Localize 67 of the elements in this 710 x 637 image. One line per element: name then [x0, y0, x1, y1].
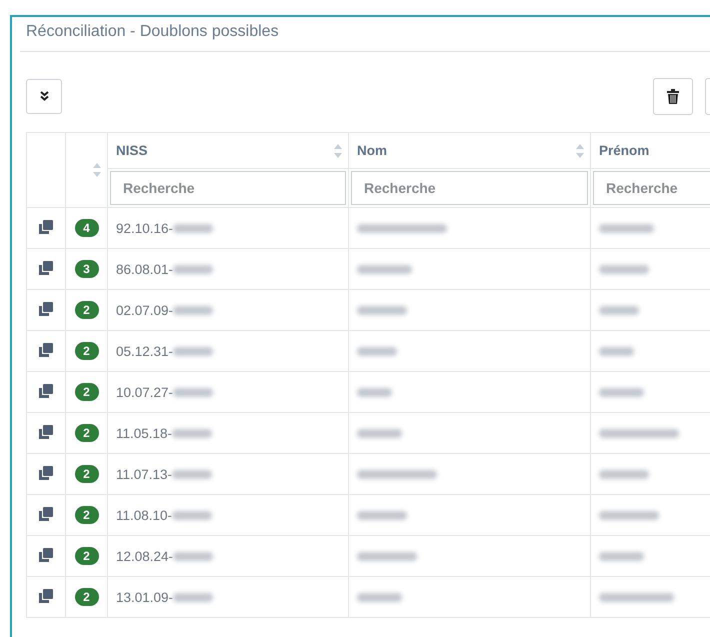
double-chevron-down-icon	[40, 91, 48, 101]
redacted-text	[599, 347, 634, 356]
count-badge: 2	[74, 588, 98, 606]
count-badge: 2	[74, 506, 98, 524]
redacted-text	[172, 470, 212, 480]
copy-icon[interactable]	[39, 424, 53, 438]
redacted-text	[599, 388, 644, 398]
copy-icon[interactable]	[39, 466, 53, 480]
column-header[interactable]: Nom	[357, 143, 387, 158]
copy-icon[interactable]	[39, 302, 53, 316]
count-badge: 2	[74, 342, 98, 360]
count-badge: 2	[74, 424, 98, 442]
copy-icon[interactable]	[39, 588, 53, 602]
niss-text: 12.08.24-	[116, 548, 174, 564]
redacted-text	[173, 388, 214, 398]
redacted-text	[599, 306, 639, 316]
search-field[interactable]: Recherche	[351, 171, 588, 205]
count-badge: 2	[74, 547, 98, 565]
niss-text: 11.07.13-	[116, 466, 172, 482]
niss-text: 11.05.18-	[116, 426, 172, 440]
redacted-text	[172, 429, 212, 438]
copy-icon[interactable]	[39, 384, 53, 398]
redacted-text	[173, 306, 214, 316]
count-badge: 3	[74, 260, 98, 278]
column-header[interactable]: Prénom	[599, 143, 650, 158]
niss-text: 13.01.09-	[116, 590, 174, 604]
niss-text: 11.08.10-	[116, 508, 172, 522]
redacted-text	[599, 470, 649, 480]
niss-text: 10.07.27-	[116, 384, 174, 400]
redacted-text	[357, 306, 407, 316]
copy-icon[interactable]	[39, 220, 53, 234]
redacted-text	[357, 593, 402, 602]
redacted-text	[599, 552, 644, 562]
redacted-text	[172, 511, 212, 520]
search-field[interactable]: Recherche	[593, 171, 710, 205]
redacted-text	[599, 265, 649, 274]
redacted-text	[599, 511, 659, 520]
redacted-text	[357, 552, 417, 562]
expand-button[interactable]	[26, 78, 62, 114]
count-badge: 4	[74, 219, 98, 237]
redacted-text	[173, 593, 214, 602]
panel-title: Réconciliation - Doublons possibles	[26, 22, 279, 42]
niss-text: 86.08.01-	[116, 262, 174, 276]
redacted-text	[357, 429, 402, 438]
niss-text: 92.10.16-	[116, 220, 174, 236]
redacted-text	[173, 224, 214, 234]
redacted-text	[357, 347, 397, 356]
redacted-text	[173, 552, 214, 562]
copy-icon[interactable]	[39, 506, 53, 520]
redacted-text	[599, 224, 654, 234]
copy-icon[interactable]	[39, 548, 53, 562]
redacted-text	[357, 511, 407, 520]
delete-button[interactable]	[653, 78, 693, 114]
redacted-text	[357, 388, 392, 398]
niss-text: 02.07.09-	[116, 302, 174, 318]
trash-icon	[667, 88, 679, 104]
count-badge: 2	[74, 465, 98, 483]
search-field[interactable]: Recherche	[110, 171, 346, 205]
redacted-text	[357, 265, 412, 274]
niss-text: 05.12.31-	[116, 344, 174, 358]
copy-icon[interactable]	[39, 260, 53, 274]
column-header[interactable]: NISS	[116, 143, 148, 158]
redacted-text	[173, 347, 214, 356]
count-badge: 2	[74, 383, 98, 401]
copy-icon[interactable]	[39, 342, 53, 356]
redacted-text	[173, 265, 214, 274]
count-badge: 2	[74, 301, 98, 319]
